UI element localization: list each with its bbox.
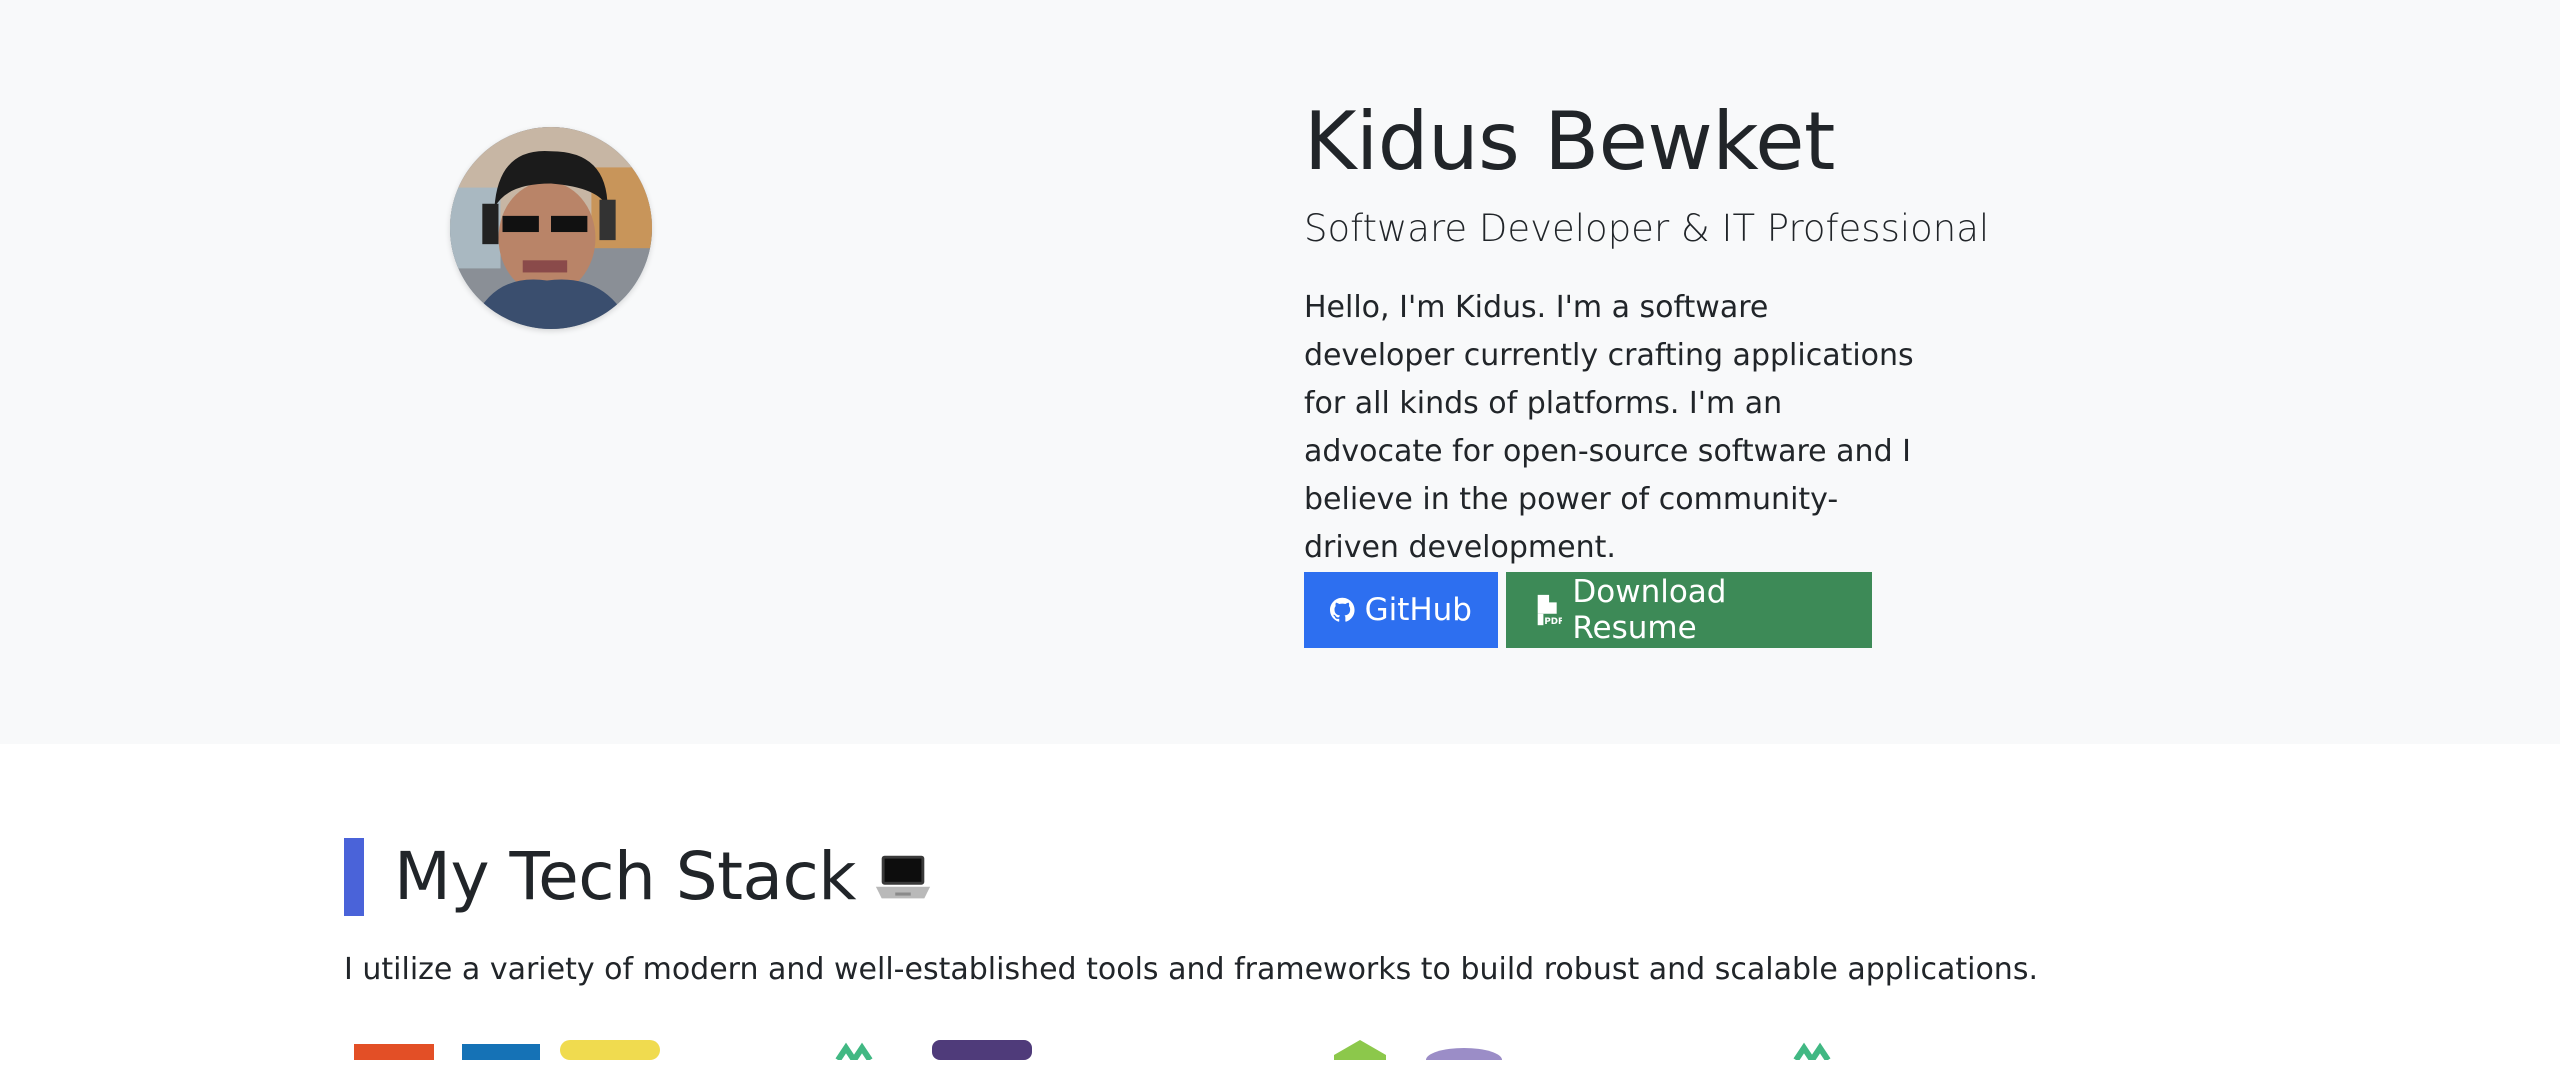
- tech-stack-title: My Tech Stack: [394, 838, 857, 915]
- vue-icon: [835, 1042, 873, 1060]
- tech-stack-heading: My Tech Stack: [344, 838, 2244, 916]
- database-icon: [1426, 1048, 1502, 1060]
- github-button-label: GitHub: [1364, 592, 1472, 628]
- php-icon: [932, 1040, 1032, 1060]
- section-accent-bar: [344, 838, 364, 916]
- profile-bio: Hello, I'm Kidus. I'm a software develop…: [1304, 290, 1914, 565]
- download-resume-button[interactable]: PDF Download Resume: [1506, 572, 1872, 648]
- nodejs-icon: [1334, 1040, 1386, 1060]
- tech-stack-description: I utilize a variety of modern and well-e…: [344, 952, 2038, 987]
- tech-stack-section: My Tech Stack I utilize a variety of mod…: [344, 838, 2244, 990]
- profile-role: Software Developer & IT Professional: [1304, 207, 1990, 250]
- html5-icon: [354, 1044, 434, 1060]
- github-button[interactable]: GitHub: [1304, 572, 1498, 648]
- laptop-icon: [875, 855, 931, 899]
- vuetify-icon: [1793, 1042, 1831, 1060]
- avatar-photo: [450, 127, 652, 329]
- javascript-icon: [560, 1040, 660, 1060]
- hero-section: Kidus Bewket Software Developer & IT Pro…: [0, 0, 2560, 744]
- tech-logo-row: [344, 1040, 2244, 1080]
- avatar: [450, 127, 652, 329]
- hero-buttons: GitHub PDF Download Resume: [1304, 572, 1872, 648]
- profile-name: Kidus Bewket: [1304, 95, 1835, 188]
- pdf-file-icon: PDF: [1537, 594, 1562, 626]
- svg-text:PDF: PDF: [1544, 617, 1562, 626]
- css3-icon: [462, 1044, 540, 1060]
- github-icon: [1330, 597, 1355, 622]
- download-resume-label: Download Resume: [1572, 574, 1727, 646]
